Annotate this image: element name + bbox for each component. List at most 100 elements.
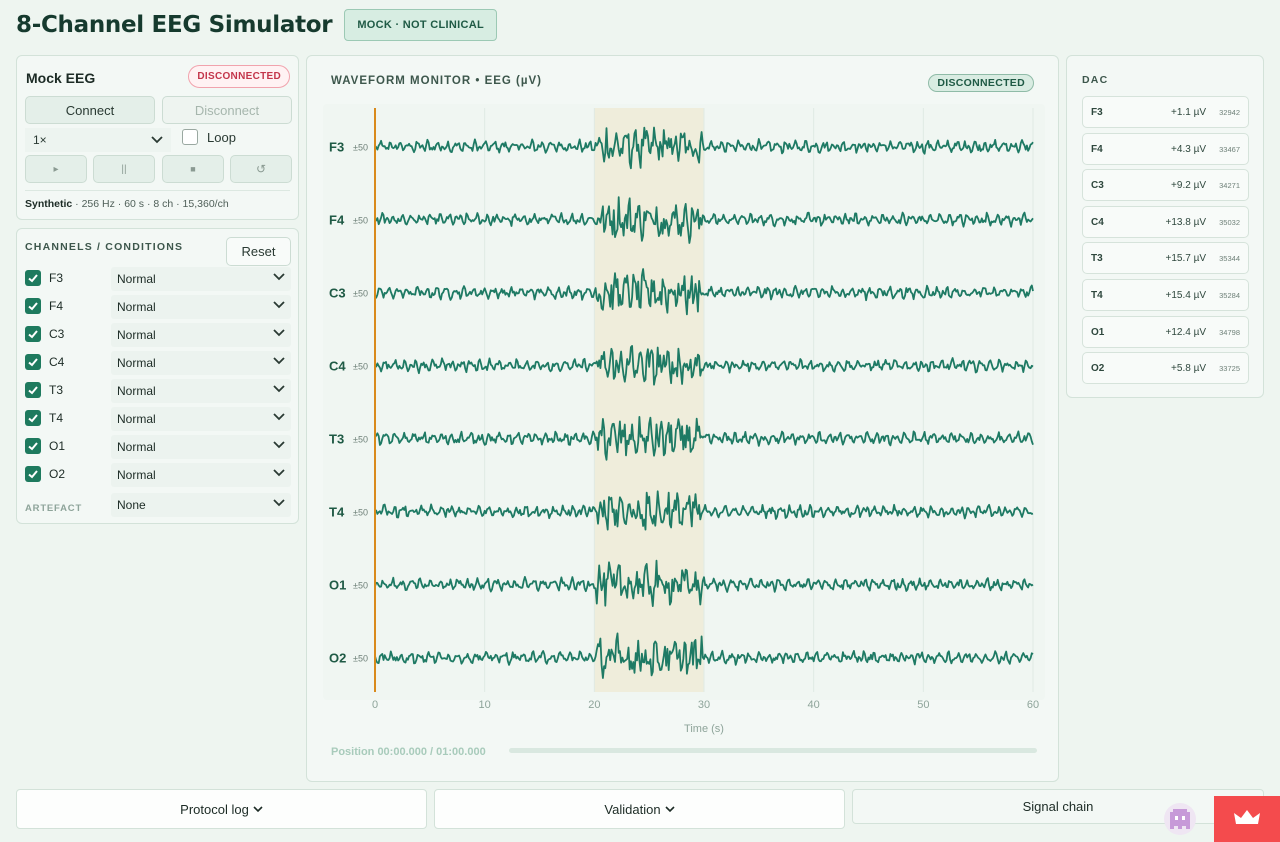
checkmark-icon [28, 414, 38, 423]
highlight-window [594, 108, 704, 692]
channel-row-c3: C3 Normal [25, 323, 291, 347]
channel-row-f4: F4 Normal [25, 295, 291, 319]
channel-label: O2 [49, 467, 66, 481]
channel-scale-label: ±50 [353, 143, 368, 153]
condition-value: Normal [117, 468, 156, 482]
channel-checkbox[interactable] [25, 410, 41, 426]
condition-select[interactable]: Normal [111, 407, 291, 431]
dac-row-c3: C3 +9.2 µV 34271 [1082, 169, 1249, 202]
dac-value: +5.8 µV [1171, 363, 1206, 375]
condition-value: Normal [117, 440, 156, 454]
channel-checkbox[interactable] [25, 326, 41, 342]
channel-checkbox[interactable] [25, 270, 41, 286]
condition-select[interactable]: Normal [111, 379, 291, 403]
dac-row-o1: O1 +12.4 µV 34798 [1082, 315, 1249, 348]
dac-row-t4: T4 +15.4 µV 35284 [1082, 279, 1249, 311]
dac-value: +4.3 µV [1171, 143, 1206, 155]
dac-row-f3: F3 +1.1 µV 32942 [1082, 96, 1249, 128]
device-status-badge: DISCONNECTED [188, 65, 290, 88]
channel-checkbox[interactable] [25, 466, 41, 482]
x-tick-label: 0 [372, 699, 378, 711]
x-tick-label: 40 [808, 699, 820, 711]
dac-channel: C3 [1091, 180, 1104, 192]
reset-button[interactable]: Reset [226, 237, 291, 266]
dac-value: +1.1 µV [1171, 107, 1206, 118]
pause-button[interactable]: || [93, 155, 155, 183]
channel-axis-label: O2 [329, 651, 346, 666]
loop-checkbox[interactable] [182, 129, 198, 145]
signal-chain-label: Signal chain [1022, 799, 1094, 814]
artefact-select[interactable]: None [111, 493, 291, 517]
checkmark-icon [28, 386, 38, 395]
dac-value: +12.4 µV [1165, 326, 1206, 338]
chevron-down-icon [273, 385, 285, 393]
artefact-value: None [117, 498, 146, 512]
chevron-down-icon [151, 136, 163, 144]
channel-row-f3: F3 Normal [25, 267, 291, 291]
connect-button[interactable]: Connect [25, 96, 155, 124]
position-scrubber[interactable] [509, 748, 1037, 753]
channel-label: O1 [49, 439, 66, 453]
channel-axis-label: C3 [329, 286, 346, 301]
condition-select[interactable]: Normal [111, 267, 291, 291]
dac-code: 33725 [1219, 364, 1240, 374]
checkmark-icon [28, 442, 38, 451]
signal-chain-button[interactable]: Signal chain [852, 789, 1264, 824]
dac-code: 34798 [1219, 327, 1240, 337]
dac-channel: F3 [1091, 107, 1103, 118]
channel-row-c4: C4 Normal [25, 351, 291, 375]
x-tick-label: 60 [1027, 699, 1039, 711]
dac-channel: T3 [1091, 253, 1103, 265]
dac-code: 35344 [1219, 254, 1240, 264]
channel-checkbox[interactable] [25, 298, 41, 314]
speed-select[interactable]: 1× [25, 128, 171, 152]
checkmark-icon [28, 358, 38, 367]
assistant-avatar-icon[interactable] [1164, 803, 1196, 835]
channels-title: CHANNELS / CONDITIONS [25, 241, 184, 253]
channel-axis-label: F4 [329, 213, 345, 228]
dac-channel: O1 [1091, 326, 1105, 338]
rewind-button[interactable]: ↺ [230, 155, 292, 183]
x-tick-label: 30 [698, 699, 710, 711]
dac-channel: C4 [1091, 216, 1104, 228]
condition-select[interactable]: Normal [111, 323, 291, 347]
channel-axis-label: O1 [329, 578, 346, 593]
channel-checkbox[interactable] [25, 438, 41, 454]
dac-row-t3: T3 +15.7 µV 35344 [1082, 242, 1249, 275]
chevron-down-icon [273, 301, 285, 309]
waveform-chart: F3 ±50 F4 ±50 C3 ±50 C4 ±50 T3 ±50 T4 ±50 O1 ±50 O2 ±50… [323, 104, 1045, 758]
channel-scale-label: ±50 [353, 216, 368, 226]
chevron-down-icon [273, 357, 285, 365]
play-button[interactable]: ▸ [25, 155, 87, 183]
condition-value: Normal [117, 328, 156, 342]
protocol-log-button[interactable]: Protocol log [16, 789, 427, 829]
protocol-log-label: Protocol log [180, 801, 249, 817]
checkmark-icon [28, 330, 38, 339]
stop-button[interactable]: ■ [162, 155, 224, 183]
disconnect-button[interactable]: Disconnect [162, 96, 292, 124]
chevron-down-icon [273, 329, 285, 337]
mock-badge: MOCK · NOT CLINICAL [344, 9, 497, 41]
channel-label: C3 [49, 327, 65, 341]
channel-scale-label: ±50 [353, 581, 368, 591]
channel-scale-label: ±50 [353, 362, 368, 372]
condition-select[interactable]: Normal [111, 435, 291, 459]
x-tick-label: 10 [479, 699, 491, 711]
dac-value: +15.7 µV [1165, 253, 1206, 265]
channel-row-t3: T3 Normal [25, 379, 291, 403]
chevron-down-icon [253, 805, 263, 812]
crown-icon[interactable] [1214, 796, 1280, 842]
dac-value: +15.4 µV [1165, 290, 1206, 301]
condition-select[interactable]: Normal [111, 351, 291, 375]
pause-icon: || [121, 163, 127, 175]
channel-axis-label: T3 [329, 432, 344, 447]
dac-code: 33467 [1219, 144, 1240, 154]
artefact-label: ARTEFACT [25, 503, 83, 514]
channel-checkbox[interactable] [25, 382, 41, 398]
chevron-down-icon [273, 441, 285, 449]
condition-select[interactable]: Normal [111, 295, 291, 319]
validation-button[interactable]: Validation [434, 789, 845, 829]
channel-checkbox[interactable] [25, 354, 41, 370]
condition-select[interactable]: Normal [111, 463, 291, 487]
chevron-down-icon [273, 413, 285, 421]
